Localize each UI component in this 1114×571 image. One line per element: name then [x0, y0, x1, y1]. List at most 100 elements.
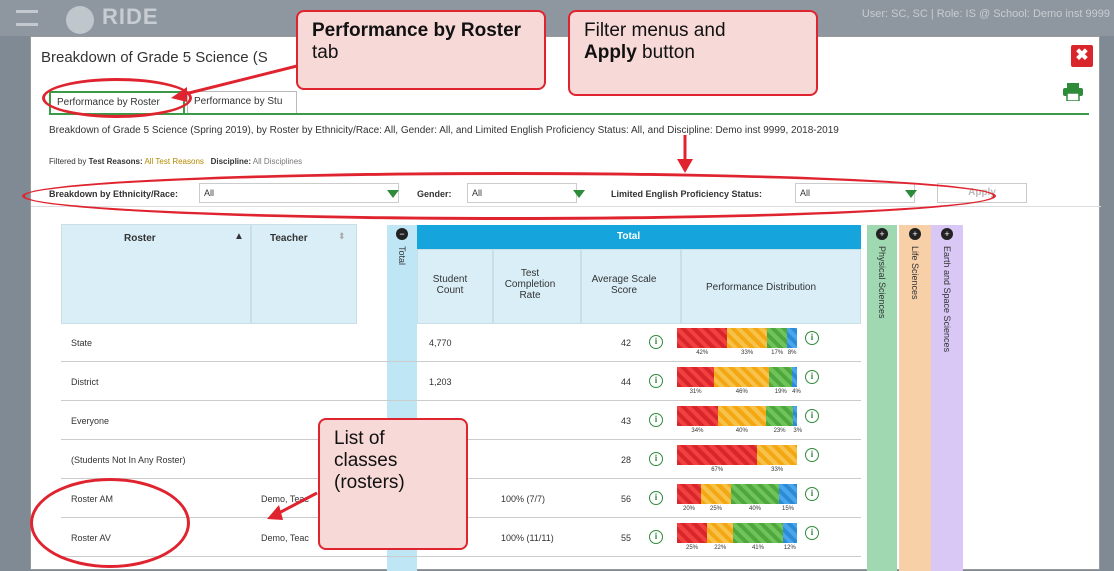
distribution-percent: 46% [735, 389, 748, 395]
test-reasons-value: All Test Reasons [144, 157, 204, 166]
distribution-segment [677, 523, 707, 543]
distribution-segment [733, 523, 783, 543]
distribution-segment [707, 523, 734, 543]
performance-distribution-bar[interactable] [677, 406, 797, 426]
distribution-segment [731, 484, 779, 504]
info-icon[interactable]: i [805, 370, 819, 384]
info-icon[interactable]: i [649, 413, 663, 427]
student-count-header[interactable]: Student Count [417, 249, 493, 324]
roster-cell: (Students Not In Any Roster) [71, 455, 186, 465]
info-icon[interactable]: i [805, 526, 819, 540]
info-icon[interactable]: i [805, 487, 819, 501]
app-topbar: RIDE User: SC, SC | Role: IS @ School: D… [0, 0, 1114, 36]
distribution-labels: 31% 46% 19% 4% [677, 389, 801, 395]
distribution-percent: 17% [771, 350, 784, 356]
physical-sciences-label: Physical Sciences [877, 246, 887, 319]
distribution-percent: 22% [714, 545, 727, 551]
info-icon[interactable]: i [805, 448, 819, 462]
info-icon[interactable]: i [649, 374, 663, 388]
filter-callout: Filter menus and Apply button [568, 10, 818, 96]
distribution-labels: 34% 40% 23% 3% [677, 428, 803, 434]
sort-icon[interactable]: ⬍ [338, 231, 346, 242]
distribution-labels: 67% 33% [677, 467, 797, 473]
filter-highlight-ellipse [22, 172, 996, 220]
hamburger-menu-icon[interactable] [16, 10, 38, 26]
distribution-segment [769, 367, 793, 387]
total-band-label: Total [397, 246, 407, 266]
completion-cell: 100% (7/7) [501, 494, 546, 504]
filtered-by-text: Filtered by Test Reasons: All Test Reaso… [49, 157, 302, 166]
expand-icon[interactable]: + [876, 228, 888, 240]
info-icon[interactable]: i [649, 530, 663, 544]
table-row[interactable]: District 1,203 44 i 31% 46% 19% 4% i [61, 363, 861, 401]
sort-icon[interactable]: ▲ [234, 231, 244, 242]
completion-header[interactable]: Test Completion Rate [493, 249, 581, 324]
roster-cell: District [71, 377, 99, 387]
performance-distribution-bar[interactable] [677, 484, 797, 504]
life-sciences-label: Life Sciences [910, 246, 920, 300]
info-icon[interactable]: i [649, 452, 663, 466]
avg-score-header[interactable]: Average Scale Score [581, 249, 681, 324]
print-icon[interactable] [1063, 83, 1083, 101]
distribution-header: Performance Distribution [681, 249, 861, 324]
distribution-percent: 33% [771, 467, 784, 473]
expand-icon[interactable]: + [941, 228, 953, 240]
avg-score-cell: 56 [621, 494, 632, 504]
distribution-percent: 20% [682, 506, 695, 512]
collapse-icon[interactable]: − [396, 228, 408, 240]
distribution-percent: 41% [751, 545, 764, 551]
table-row[interactable]: State 4,770 42 i 42% 33% 17% 8% i [61, 324, 861, 362]
distribution-percent: 25% [709, 506, 722, 512]
close-button[interactable]: ✖ [1071, 45, 1093, 67]
tab-divider [49, 113, 1089, 115]
avg-score-cell: 55 [621, 533, 632, 543]
teacher-header[interactable]: Teacher ⬍ [251, 224, 357, 324]
performance-distribution-bar[interactable] [677, 328, 797, 348]
teacher-cell: Demo, Teac [261, 533, 309, 543]
distribution-percent: 34% [691, 428, 704, 434]
teacher-cell: Demo, Teac [261, 494, 309, 504]
distribution-percent: 25% [685, 545, 698, 551]
distribution-percent: 8% [787, 350, 797, 356]
roster-cell: State [71, 338, 93, 348]
discipline-label: Discipline: [210, 157, 252, 166]
avg-score-cell: 44 [621, 377, 632, 387]
distribution-segment [714, 367, 770, 387]
distribution-segment [792, 367, 797, 387]
info-icon[interactable]: i [805, 331, 819, 345]
distribution-percent: 23% [773, 428, 786, 434]
filter-callout-rest: button [636, 41, 695, 63]
student-count-cell: 1,203 [429, 377, 452, 387]
tab-performance-by-student[interactable]: Performance by Stu [187, 91, 297, 113]
roster-cell: Everyone [71, 416, 110, 426]
distribution-segment [787, 328, 797, 348]
earth-space-sciences-label: Earth and Space Sciences [942, 246, 952, 353]
distribution-percent: 12% [783, 545, 796, 551]
tab-callout-bold: Performance by Roster [312, 20, 522, 41]
distribution-labels: 42% 33% 17% 8% [677, 350, 797, 356]
avg-score-cell: 42 [621, 338, 632, 348]
total-header: Total [417, 225, 861, 249]
brand-name: RIDE [102, 4, 159, 29]
distribution-percent: 3% [793, 428, 803, 434]
distribution-labels: 20% 25% 40% 15% [677, 506, 797, 512]
distribution-segment [766, 328, 788, 348]
expand-icon[interactable]: + [909, 228, 921, 240]
info-icon[interactable]: i [649, 335, 663, 349]
info-icon[interactable]: i [649, 491, 663, 505]
tab-callout-rest: tab [312, 41, 339, 63]
performance-distribution-bar[interactable] [677, 445, 797, 465]
distribution-segment [782, 523, 797, 543]
performance-distribution-bar[interactable] [677, 367, 797, 387]
breakdown-description: Breakdown of Grade 5 Science (Spring 201… [49, 125, 839, 136]
info-icon[interactable]: i [805, 409, 819, 423]
teacher-header-label: Teacher [270, 233, 308, 244]
avg-score-cell: 43 [621, 416, 632, 426]
breakdown-modal: Breakdown of Grade 5 Science (S ✖ Perfor… [30, 36, 1101, 571]
performance-distribution-bar[interactable] [677, 523, 797, 543]
distribution-percent: 19% [774, 389, 787, 395]
distribution-segment [677, 484, 701, 504]
distribution-segment [779, 484, 797, 504]
student-count-cell: 4,770 [429, 338, 452, 348]
roster-header[interactable]: Roster ▲ [61, 224, 251, 324]
